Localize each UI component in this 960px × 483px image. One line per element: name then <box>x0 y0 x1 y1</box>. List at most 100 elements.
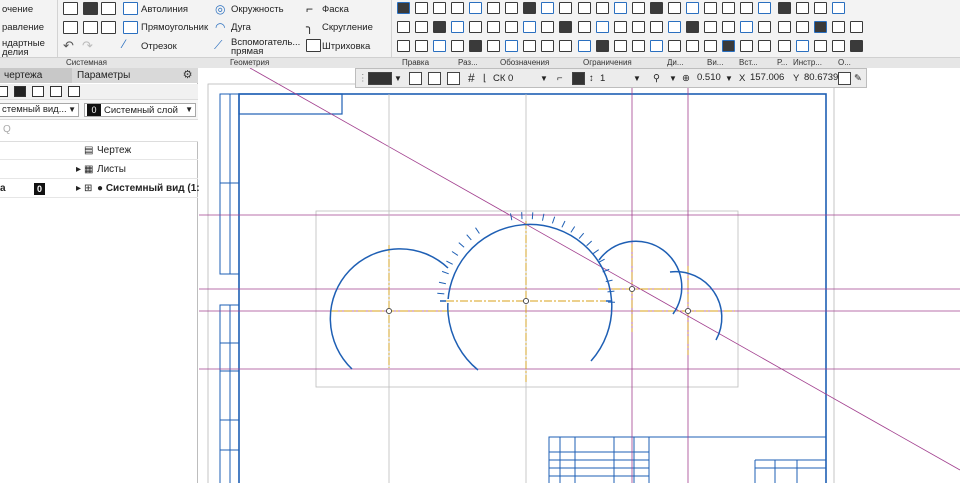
ribbon-tool-icon[interactable] <box>578 2 591 14</box>
chevron-down-icon[interactable]: ▼ <box>669 72 677 85</box>
eyedropper-icon[interactable]: ✎ <box>854 72 862 85</box>
round-icon[interactable] <box>572 72 585 85</box>
ribbon-tool-icon[interactable] <box>632 2 645 14</box>
view-select[interactable]: стемный вид... ▼ <box>0 103 79 117</box>
section-system[interactable]: Системная <box>66 58 107 68</box>
ribbon-tool-icon[interactable] <box>614 2 627 14</box>
gear-icon[interactable]: ⚙ <box>181 69 194 82</box>
print-icon[interactable] <box>63 21 78 34</box>
chamfer-icon[interactable]: ⌐ <box>306 2 313 16</box>
ribbon-tool-icon[interactable] <box>596 2 609 14</box>
rectangle-button[interactable]: Прямоугольник <box>141 22 208 33</box>
ribbon-tool-icon[interactable] <box>505 21 518 33</box>
tab-parameters[interactable]: Параметры <box>73 68 173 83</box>
ribbon-tool-icon[interactable] <box>850 40 863 52</box>
ruler-icon[interactable] <box>838 72 851 85</box>
ribbon-tool-icon[interactable] <box>578 21 591 33</box>
segment-button[interactable]: Отрезок <box>141 41 177 52</box>
undo-icon[interactable]: ↶ <box>63 38 74 54</box>
hatch-button[interactable]: Штриховка <box>322 41 370 52</box>
section-di[interactable]: Ди... <box>667 58 684 68</box>
arc-icon[interactable]: ◠ <box>215 20 225 34</box>
ribbon-tool-icon[interactable] <box>451 21 464 33</box>
step-value[interactable]: 1 <box>600 72 605 85</box>
section-geometry[interactable]: Геометрия <box>230 58 269 68</box>
ribbon-tool-icon[interactable] <box>578 40 591 52</box>
layers-icon[interactable] <box>0 86 8 97</box>
ribbon-tool-icon[interactable] <box>559 40 572 52</box>
circle-button[interactable]: Окружность <box>231 4 284 15</box>
ribbon-tool-icon[interactable] <box>505 40 518 52</box>
properties-icon[interactable] <box>101 21 116 34</box>
fillet-button[interactable]: Скругление <box>322 22 373 33</box>
section-tools[interactable]: Инстр... <box>793 58 822 68</box>
y-coordinate-field[interactable]: 80.6739 <box>802 72 838 86</box>
new-file-icon[interactable] <box>63 2 78 15</box>
chevron-down-icon[interactable]: ▼ <box>540 72 548 85</box>
image-icon[interactable] <box>50 86 62 97</box>
drawing-canvas[interactable] <box>199 68 960 483</box>
add-view-icon[interactable] <box>32 86 44 97</box>
ribbon-tool-icon[interactable] <box>740 2 753 14</box>
ribbon-tool-icon[interactable] <box>614 40 627 52</box>
ribbon-tool-icon[interactable] <box>415 40 428 52</box>
tree-item-sheets[interactable]: ▸ ▦ Листы <box>0 161 198 179</box>
ribbon-tool-icon[interactable] <box>686 40 699 52</box>
section-dim[interactable]: Раз... <box>458 58 478 68</box>
ribbon-tool-icon[interactable] <box>814 21 827 33</box>
layer-select[interactable]: 0 Системный слой ▼ <box>84 103 196 117</box>
ribbon-tool-icon[interactable] <box>668 40 681 52</box>
cs-value[interactable]: СК 0 <box>493 72 513 85</box>
ribbon-tool-icon[interactable] <box>596 21 609 33</box>
section-vi[interactable]: Ви... <box>707 58 723 68</box>
ribbon-tool-icon[interactable] <box>469 40 482 52</box>
ribbon-tool-icon[interactable] <box>832 40 845 52</box>
hatch-icon[interactable] <box>306 39 321 52</box>
ribbon-tool-icon[interactable] <box>722 21 735 33</box>
rectangle-icon[interactable] <box>123 21 138 34</box>
ribbon-tool-icon[interactable] <box>722 2 735 14</box>
section-constraints[interactable]: Ограничения <box>583 58 632 68</box>
ribbon-tool-icon[interactable] <box>778 21 791 33</box>
ribbon-tool-icon[interactable] <box>433 21 446 33</box>
ribbon-tool-icon[interactable] <box>451 40 464 52</box>
section-edit[interactable]: Правка <box>402 58 429 68</box>
ribbon-tool-icon[interactable] <box>758 40 771 52</box>
tab-drawing[interactable]: чертежа <box>0 68 72 83</box>
expand-icon[interactable]: ▸ <box>76 180 81 198</box>
drawing-svg[interactable] <box>199 68 960 483</box>
ribbon-tool-icon[interactable] <box>832 2 845 14</box>
ribbon-tool-icon[interactable] <box>686 2 699 14</box>
ribbon-tool-icon[interactable] <box>433 2 446 14</box>
ribbon-tool-icon[interactable] <box>541 21 554 33</box>
segment-icon[interactable]: ⁄ <box>123 37 125 51</box>
open-folder-icon[interactable] <box>83 2 98 15</box>
pencil-icon[interactable] <box>14 86 26 97</box>
ribbon-tool-icon[interactable] <box>397 21 410 33</box>
ribbon-tool-icon[interactable] <box>704 21 717 33</box>
preview-icon[interactable] <box>83 21 98 34</box>
ribbon-tool-icon[interactable] <box>614 21 627 33</box>
fillet-icon[interactable]: ╮ <box>306 20 313 34</box>
ribbon-tool-icon[interactable] <box>668 21 681 33</box>
ribbon-tool-icon[interactable] <box>650 40 663 52</box>
ribbon-tool-icon[interactable] <box>722 40 735 52</box>
cs-icon[interactable]: ⌊ <box>483 72 487 85</box>
tree-item-drawing[interactable]: ▤ Чертеж <box>0 142 198 160</box>
checkbox-icon[interactable] <box>68 86 80 97</box>
ribbon-tool-icon[interactable] <box>704 40 717 52</box>
redo-icon[interactable]: ↷ <box>82 38 93 54</box>
zoom-input[interactable]: 0.510 <box>695 72 725 86</box>
ribbon-tool-icon[interactable] <box>796 2 809 14</box>
ribbon-tool-icon[interactable] <box>487 2 500 14</box>
ribbon-tool-icon[interactable] <box>796 40 809 52</box>
ribbon-tool-icon[interactable] <box>487 21 500 33</box>
section-notation[interactable]: Обозначения <box>500 58 549 68</box>
chevron-down-icon[interactable]: ▼ <box>725 72 733 85</box>
ribbon-tool-icon[interactable] <box>415 21 428 33</box>
ribbon-tool-icon[interactable] <box>650 21 663 33</box>
tree-search[interactable]: Q <box>0 120 198 142</box>
autoline-icon[interactable] <box>123 2 138 15</box>
ribbon-tool-icon[interactable] <box>559 2 572 14</box>
section-r[interactable]: Р... <box>777 58 788 68</box>
